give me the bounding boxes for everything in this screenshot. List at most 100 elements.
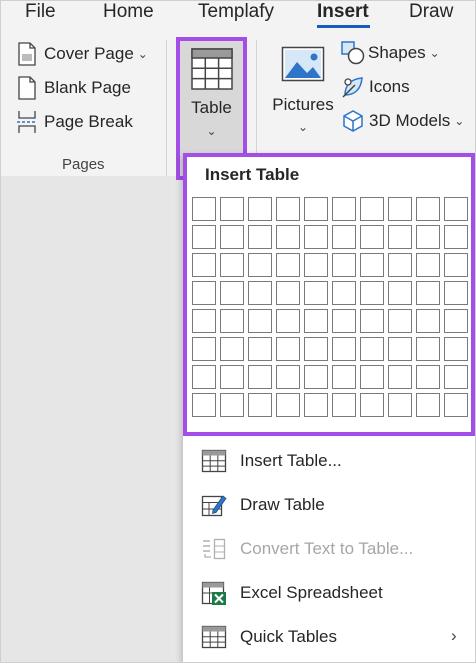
table-grid-cell[interactable]: [220, 309, 244, 333]
table-grid-cell[interactable]: [388, 225, 412, 249]
table-grid-cell[interactable]: [416, 393, 440, 417]
pictures-button[interactable]: Pictures ⌄: [268, 46, 338, 156]
shapes-button[interactable]: Shapes ⌄: [341, 41, 440, 65]
table-grid-cell[interactable]: [444, 253, 468, 277]
table-grid-cell[interactable]: [388, 253, 412, 277]
table-grid-cell[interactable]: [192, 225, 216, 249]
table-grid-cell[interactable]: [444, 393, 468, 417]
table-grid-cell[interactable]: [360, 393, 384, 417]
table-grid-cell[interactable]: [360, 365, 384, 389]
table-grid-cell[interactable]: [220, 281, 244, 305]
draw-table-icon: [201, 495, 227, 517]
table-grid-cell[interactable]: [220, 337, 244, 361]
tab-draw[interactable]: Draw: [409, 1, 453, 23]
table-grid-cell[interactable]: [388, 281, 412, 305]
table-grid-cell[interactable]: [332, 225, 356, 249]
table-grid-cell[interactable]: [276, 337, 300, 361]
table-grid-cell[interactable]: [276, 393, 300, 417]
table-grid-cell[interactable]: [248, 365, 272, 389]
table-grid-cell[interactable]: [416, 309, 440, 333]
tab-insert[interactable]: Insert: [317, 1, 369, 23]
table-grid-cell[interactable]: [304, 281, 328, 305]
table-grid-cell[interactable]: [444, 365, 468, 389]
table-grid-cell[interactable]: [444, 337, 468, 361]
table-grid-cell[interactable]: [304, 393, 328, 417]
table-grid-cell[interactable]: [192, 337, 216, 361]
table-grid-cell[interactable]: [416, 337, 440, 361]
table-grid-cell[interactable]: [360, 197, 384, 221]
table-grid-cell[interactable]: [220, 225, 244, 249]
table-grid-cell[interactable]: [388, 197, 412, 221]
excel-spreadsheet-menu-item[interactable]: Excel Spreadsheet: [183, 573, 475, 613]
table-grid-cell[interactable]: [360, 309, 384, 333]
icons-button[interactable]: Icons: [341, 75, 410, 99]
3d-models-button[interactable]: 3D Models ⌄: [341, 109, 464, 133]
table-grid-cell[interactable]: [416, 253, 440, 277]
table-grid-cell[interactable]: [332, 365, 356, 389]
tab-file[interactable]: File: [25, 1, 56, 23]
table-grid-cell[interactable]: [416, 197, 440, 221]
table-grid-cell[interactable]: [304, 197, 328, 221]
table-grid-cell[interactable]: [220, 393, 244, 417]
table-grid-cell[interactable]: [248, 197, 272, 221]
draw-table-menu-item[interactable]: Draw Table: [183, 485, 475, 525]
table-grid-cell[interactable]: [388, 309, 412, 333]
table-grid-cell[interactable]: [248, 225, 272, 249]
table-grid-cell[interactable]: [304, 337, 328, 361]
table-grid-cell[interactable]: [304, 365, 328, 389]
convert-text-to-table-icon: [203, 538, 226, 560]
table-grid-cell[interactable]: [192, 393, 216, 417]
table-grid-cell[interactable]: [444, 281, 468, 305]
insert-table-menu-item[interactable]: Insert Table...: [183, 441, 475, 481]
table-grid-cell[interactable]: [192, 281, 216, 305]
table-grid-cell[interactable]: [444, 309, 468, 333]
tab-templafy[interactable]: Templafy: [198, 1, 274, 23]
table-grid-cell[interactable]: [388, 365, 412, 389]
blank-page-button[interactable]: Blank Page: [16, 76, 131, 100]
table-grid-cell[interactable]: [416, 225, 440, 249]
table-grid-cell[interactable]: [360, 281, 384, 305]
table-grid-cell[interactable]: [276, 225, 300, 249]
table-grid-cell[interactable]: [248, 393, 272, 417]
cover-page-button[interactable]: Cover Page ⌄: [16, 42, 148, 66]
table-grid-cell[interactable]: [332, 337, 356, 361]
quick-tables-menu-item[interactable]: Quick Tables ›: [183, 617, 475, 657]
excel-spreadsheet-icon: [201, 581, 226, 605]
table-grid-cell[interactable]: [444, 197, 468, 221]
table-grid-cell[interactable]: [192, 309, 216, 333]
table-grid-cell[interactable]: [332, 393, 356, 417]
table-grid-cell[interactable]: [276, 253, 300, 277]
table-grid-cell[interactable]: [304, 309, 328, 333]
table-grid-cell[interactable]: [192, 253, 216, 277]
table-grid-cell[interactable]: [304, 253, 328, 277]
table-grid-cell[interactable]: [332, 309, 356, 333]
table-grid-cell[interactable]: [304, 225, 328, 249]
table-grid-cell[interactable]: [332, 253, 356, 277]
table-grid-cell[interactable]: [360, 253, 384, 277]
table-grid-cell[interactable]: [192, 197, 216, 221]
table-grid-cell[interactable]: [360, 225, 384, 249]
table-grid-cell[interactable]: [276, 197, 300, 221]
table-grid-cell[interactable]: [360, 337, 384, 361]
table-grid-cell[interactable]: [248, 281, 272, 305]
table-grid-cell[interactable]: [248, 309, 272, 333]
table-size-grid[interactable]: [192, 197, 468, 417]
table-grid-cell[interactable]: [276, 309, 300, 333]
table-grid-cell[interactable]: [444, 225, 468, 249]
table-grid-cell[interactable]: [388, 393, 412, 417]
table-grid-cell[interactable]: [276, 365, 300, 389]
page-break-button[interactable]: Page Break: [16, 110, 133, 134]
table-grid-cell[interactable]: [248, 253, 272, 277]
table-grid-cell[interactable]: [332, 197, 356, 221]
table-grid-cell[interactable]: [332, 281, 356, 305]
table-grid-cell[interactable]: [220, 365, 244, 389]
table-grid-cell[interactable]: [192, 365, 216, 389]
tab-home[interactable]: Home: [103, 1, 154, 23]
table-grid-cell[interactable]: [276, 281, 300, 305]
table-grid-cell[interactable]: [220, 197, 244, 221]
table-grid-cell[interactable]: [416, 365, 440, 389]
table-grid-cell[interactable]: [248, 337, 272, 361]
table-grid-cell[interactable]: [220, 253, 244, 277]
table-grid-cell[interactable]: [388, 337, 412, 361]
table-grid-cell[interactable]: [416, 281, 440, 305]
